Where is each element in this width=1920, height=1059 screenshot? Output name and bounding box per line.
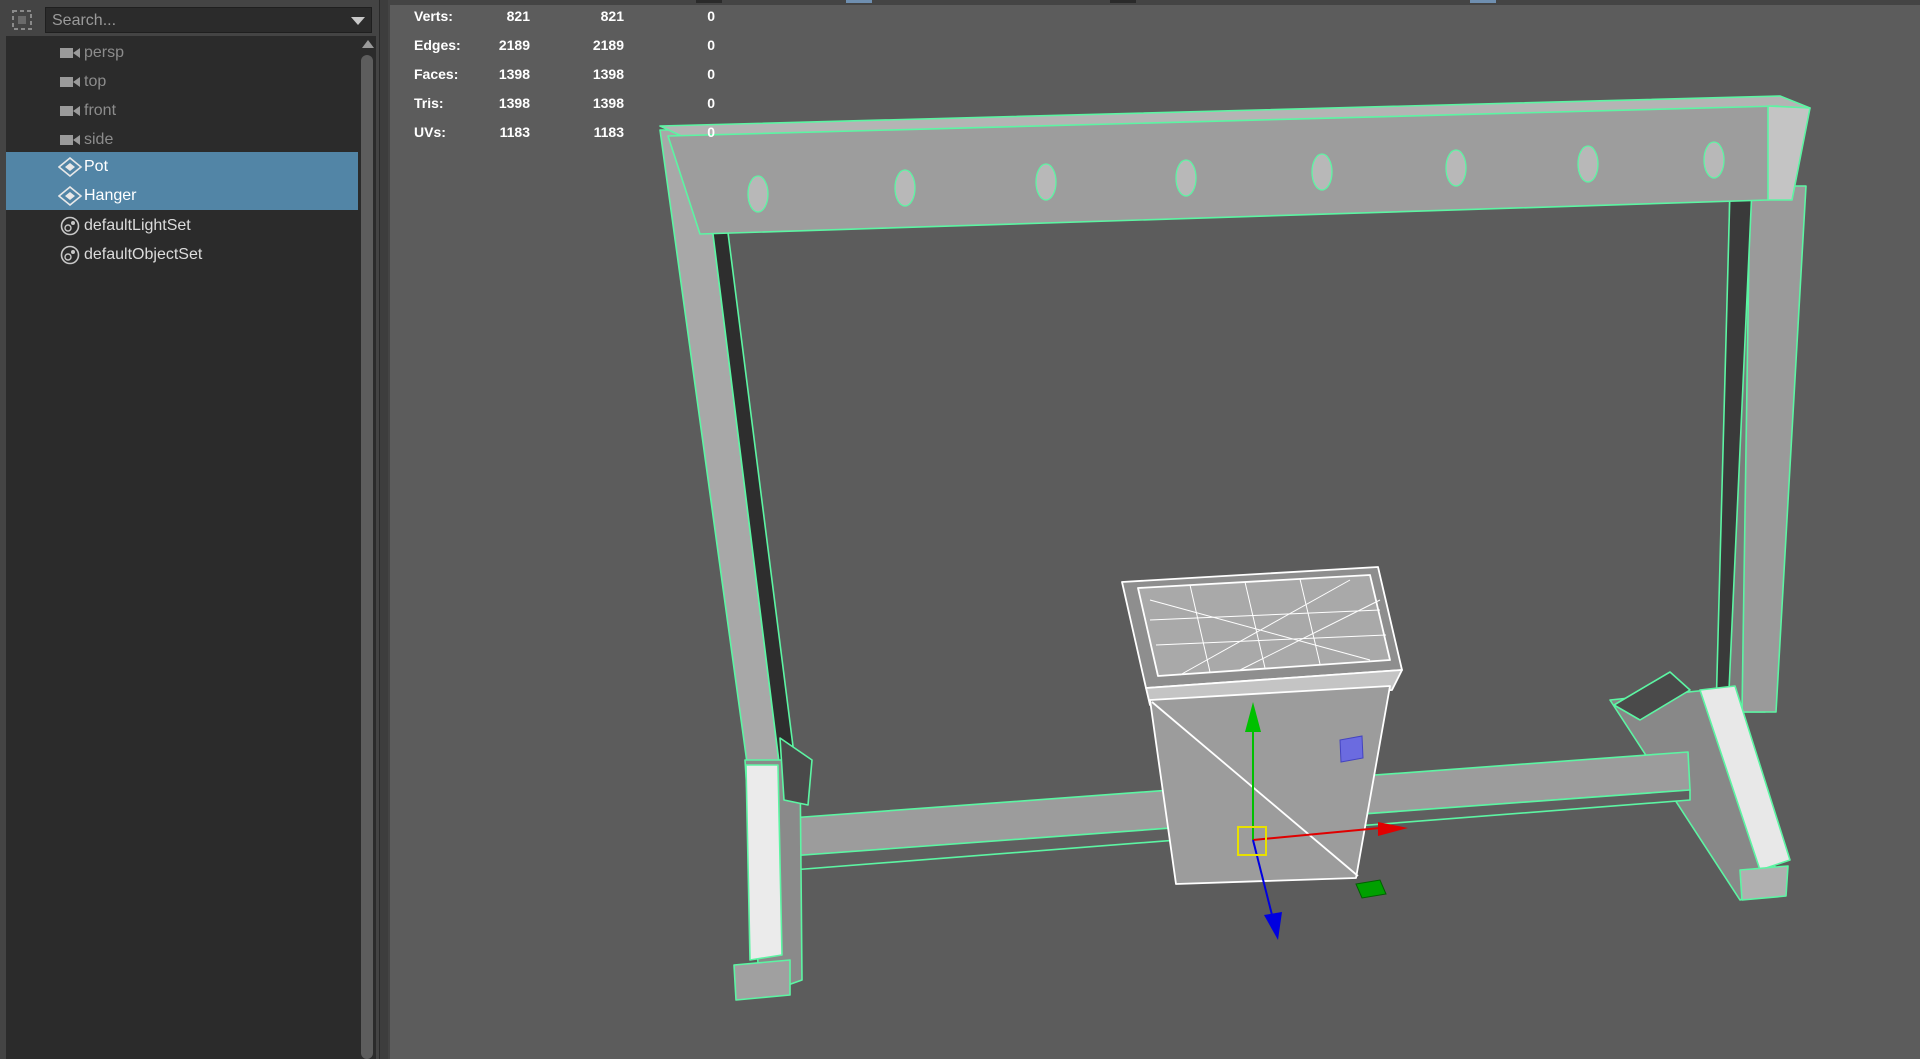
outliner-item-label: persp <box>84 44 125 61</box>
outliner-panel: persp top front side <box>0 0 379 1059</box>
outliner-item-defaultlightset[interactable]: defaultLightSet <box>6 211 358 240</box>
panel-splitter[interactable] <box>379 0 388 1059</box>
camera-icon <box>60 135 80 145</box>
outliner-item-label: side <box>84 131 114 148</box>
scene-render <box>659 95 1811 1001</box>
hud-value-selected: 821 <box>600 8 624 24</box>
outliner-item-label: defaultObjectSet <box>84 246 203 263</box>
manip-xz-plane-handle[interactable] <box>1355 879 1387 899</box>
outliner-item-defaultobjectset[interactable]: defaultObjectSet <box>6 240 358 269</box>
manip-z-arrow-icon[interactable] <box>1264 912 1282 940</box>
hud-row-uvs: UVs: 1183 1183 0 <box>414 124 814 144</box>
scrollbar-thumb[interactable] <box>361 55 373 1059</box>
outliner-item-pot[interactable]: Pot <box>6 152 358 181</box>
hook <box>1175 159 1197 197</box>
outliner-item-front[interactable]: front <box>6 96 358 125</box>
search-input[interactable] <box>46 8 336 32</box>
hud-label: Edges: <box>414 37 461 53</box>
hanger-left-brace <box>779 737 813 806</box>
mesh-transform-icon <box>58 186 83 206</box>
hook <box>1577 145 1599 183</box>
manip-x-arrow-icon[interactable] <box>1378 822 1408 836</box>
hud-value-object: 1183 <box>499 124 530 140</box>
hud-row-tris: Tris: 1398 1398 0 <box>414 95 814 115</box>
hanger-right-foot <box>1739 865 1789 901</box>
hud-value-component: 0 <box>707 8 715 24</box>
outliner-scrollbar[interactable] <box>358 36 376 1059</box>
hud-label: Faces: <box>414 66 459 82</box>
hook <box>1445 149 1467 187</box>
outliner-item-label: defaultLightSet <box>84 217 191 234</box>
hook <box>894 169 916 207</box>
camera-icon <box>60 106 80 116</box>
scroll-up-arrow-icon[interactable] <box>362 40 374 48</box>
hook <box>1703 141 1725 179</box>
camera-icon <box>60 77 80 87</box>
outliner-item-side[interactable]: side <box>6 125 358 154</box>
hud-value-component: 0 <box>707 37 715 53</box>
search-field <box>45 7 372 33</box>
outliner-toolbar <box>0 0 379 40</box>
outliner-item-label: top <box>84 73 107 90</box>
filter-icon[interactable] <box>10 8 34 32</box>
hanger-left-base-highlight <box>745 764 783 961</box>
hud-value-object: 821 <box>506 8 530 24</box>
outliner-item-label: Hanger <box>84 187 137 204</box>
pot-soil-surface <box>1137 574 1391 677</box>
viewport-3d[interactable]: Verts: 821 821 0 Edges: 2189 2189 0 Face… <box>390 0 1920 1059</box>
hanger-left-foot <box>733 959 791 1001</box>
hook <box>747 175 769 213</box>
hanger-right-leg-front <box>1741 185 1807 713</box>
hud-value-object: 2189 <box>498 37 530 53</box>
outliner-item-top[interactable]: top <box>6 67 358 96</box>
hud-value-component: 0 <box>707 124 715 140</box>
pot-body <box>1149 685 1391 885</box>
hud-value-selected: 1183 <box>593 124 624 140</box>
outliner-item-hanger[interactable]: Hanger <box>6 181 358 210</box>
outliner-item-persp[interactable]: persp <box>6 38 358 67</box>
hook <box>1311 153 1333 191</box>
hud-value-object: 1398 <box>498 66 530 82</box>
set-icon <box>60 245 80 265</box>
hud-row-faces: Faces: 1398 1398 0 <box>414 66 814 86</box>
search-options-chevron-down-icon[interactable] <box>351 17 365 25</box>
hud-label: Verts: <box>414 8 453 24</box>
outliner-item-label: Pot <box>84 158 109 175</box>
hud-value-component: 0 <box>707 66 715 82</box>
outliner-list: persp top front side Pot Hanger defaultL… <box>6 36 358 1059</box>
manip-yz-plane-handle[interactable] <box>1339 735 1364 763</box>
hud-value-selected: 2189 <box>592 37 624 53</box>
hud-value-selected: 1398 <box>592 66 624 82</box>
hud-row-verts: Verts: 821 821 0 <box>414 8 814 28</box>
hud-label: UVs: <box>414 124 446 140</box>
set-icon <box>60 216 80 236</box>
hook <box>1035 163 1057 201</box>
hud-value-component: 0 <box>707 95 715 111</box>
hud-value-selected: 1398 <box>592 95 624 111</box>
hud-row-edges: Edges: 2189 2189 0 <box>414 37 814 57</box>
hud-value-object: 1398 <box>498 95 530 111</box>
mesh-transform-icon <box>58 157 83 177</box>
camera-icon <box>60 48 80 58</box>
outliner-item-label: front <box>84 102 117 119</box>
hud-label: Tris: <box>414 95 444 111</box>
